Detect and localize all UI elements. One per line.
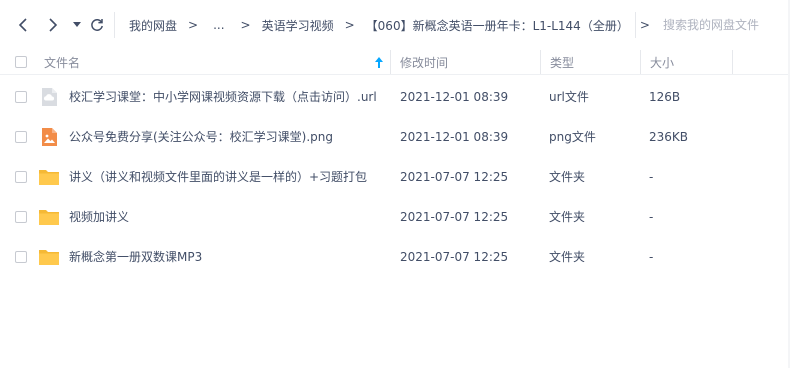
- sort-up-arrow-icon: [375, 56, 383, 68]
- column-header-size[interactable]: 大小: [650, 50, 674, 74]
- file-type: url文件: [549, 90, 589, 104]
- file-name[interactable]: 校汇学习课堂：中小学网课视频资源下载（点击访问）.url: [69, 77, 377, 117]
- file-type: 文件夹: [549, 170, 586, 184]
- column-divider[interactable]: [640, 50, 641, 74]
- back-button[interactable]: [12, 12, 34, 38]
- forward-button[interactable]: [42, 12, 64, 38]
- file-row[interactable]: 新概念第一册双数课MP3 2021-07-07 12:25 文件夹 -: [0, 237, 790, 277]
- file-size: 236KB: [649, 130, 689, 144]
- file-size: -: [649, 250, 654, 264]
- folder-icon: [39, 170, 59, 185]
- search-box: [635, 12, 785, 38]
- column-header-name[interactable]: 文件名: [44, 50, 80, 74]
- file-modified: 2021-07-07 12:25: [400, 250, 509, 264]
- history-dropdown-button[interactable]: [70, 12, 84, 38]
- row-checkbox[interactable]: [15, 91, 27, 103]
- breadcrumb-item-root[interactable]: 我的网盘: [129, 17, 177, 34]
- sort-indicator[interactable]: [375, 50, 383, 74]
- file-type: 文件夹: [549, 210, 586, 224]
- file-modified: 2021-07-07 12:25: [400, 170, 509, 184]
- breadcrumb-item-folder[interactable]: 英语学习视频: [262, 17, 334, 34]
- file-modified: 2021-12-01 08:39: [400, 130, 509, 144]
- refresh-button[interactable]: [87, 12, 107, 38]
- chevron-left-icon: [18, 18, 27, 32]
- nav-divider: [114, 12, 115, 38]
- row-checkbox[interactable]: [15, 131, 27, 143]
- top-navigation-bar: 我的网盘 > ... > 英语学习视频 > 【060】新概念英语一册年卡：L1-…: [0, 0, 790, 50]
- breadcrumb-item-ellipsis[interactable]: ...: [213, 18, 224, 32]
- file-type: 文件夹: [549, 250, 586, 264]
- breadcrumb-separator: >: [188, 18, 199, 32]
- column-divider[interactable]: [540, 50, 541, 74]
- file-name[interactable]: 视频加讲义: [69, 197, 129, 237]
- caret-down-icon: [73, 22, 81, 27]
- file-modified: 2021-12-01 08:39: [400, 90, 509, 104]
- select-all-checkbox[interactable]: [15, 56, 27, 68]
- breadcrumb: 我的网盘 > ... > 英语学习视频 > 【060】新概念英语一册年卡：L1-…: [129, 0, 650, 50]
- file-type: png文件: [549, 130, 596, 144]
- file-name[interactable]: 公众号免费分享(关注公众号：校汇学习课堂).png: [69, 117, 333, 157]
- column-divider[interactable]: [390, 50, 391, 74]
- file-row[interactable]: 公众号免费分享(关注公众号：校汇学习课堂).png 2021-12-01 08:…: [0, 117, 790, 157]
- chevron-right-icon: [49, 18, 58, 32]
- file-name[interactable]: 讲义（讲义和视频文件里面的讲义是一样的）+习题打包: [69, 157, 367, 197]
- breadcrumb-separator: >: [240, 18, 251, 32]
- header-divider-line: [0, 74, 790, 75]
- file-modified: 2021-07-07 12:25: [400, 210, 509, 224]
- row-checkbox[interactable]: [15, 171, 27, 183]
- file-size: -: [649, 210, 654, 224]
- image-file-icon: [42, 128, 57, 146]
- file-list-header: 文件名 修改时间 类型 大小: [0, 50, 790, 74]
- breadcrumb-item-current[interactable]: 【060】新概念英语一册年卡：L1-L144（全册）: [366, 17, 629, 34]
- url-file-icon: [42, 88, 57, 106]
- breadcrumb-separator: >: [344, 18, 355, 32]
- row-checkbox[interactable]: [15, 251, 27, 263]
- column-header-type[interactable]: 类型: [550, 50, 574, 74]
- column-header-modified[interactable]: 修改时间: [400, 50, 448, 74]
- file-size: 126B: [649, 90, 681, 104]
- file-row[interactable]: 讲义（讲义和视频文件里面的讲义是一样的）+习题打包 2021-07-07 12:…: [0, 157, 790, 197]
- column-divider[interactable]: [732, 50, 733, 74]
- folder-icon: [39, 210, 59, 225]
- file-row[interactable]: 校汇学习课堂：中小学网课视频资源下载（点击访问）.url 2021-12-01 …: [0, 77, 790, 117]
- row-checkbox[interactable]: [15, 211, 27, 223]
- folder-icon: [39, 250, 59, 265]
- search-input[interactable]: [663, 18, 783, 32]
- refresh-icon: [91, 19, 103, 31]
- file-row[interactable]: 视频加讲义 2021-07-07 12:25 文件夹 -: [0, 197, 790, 237]
- file-size: -: [649, 170, 654, 184]
- file-name[interactable]: 新概念第一册双数课MP3: [69, 237, 202, 277]
